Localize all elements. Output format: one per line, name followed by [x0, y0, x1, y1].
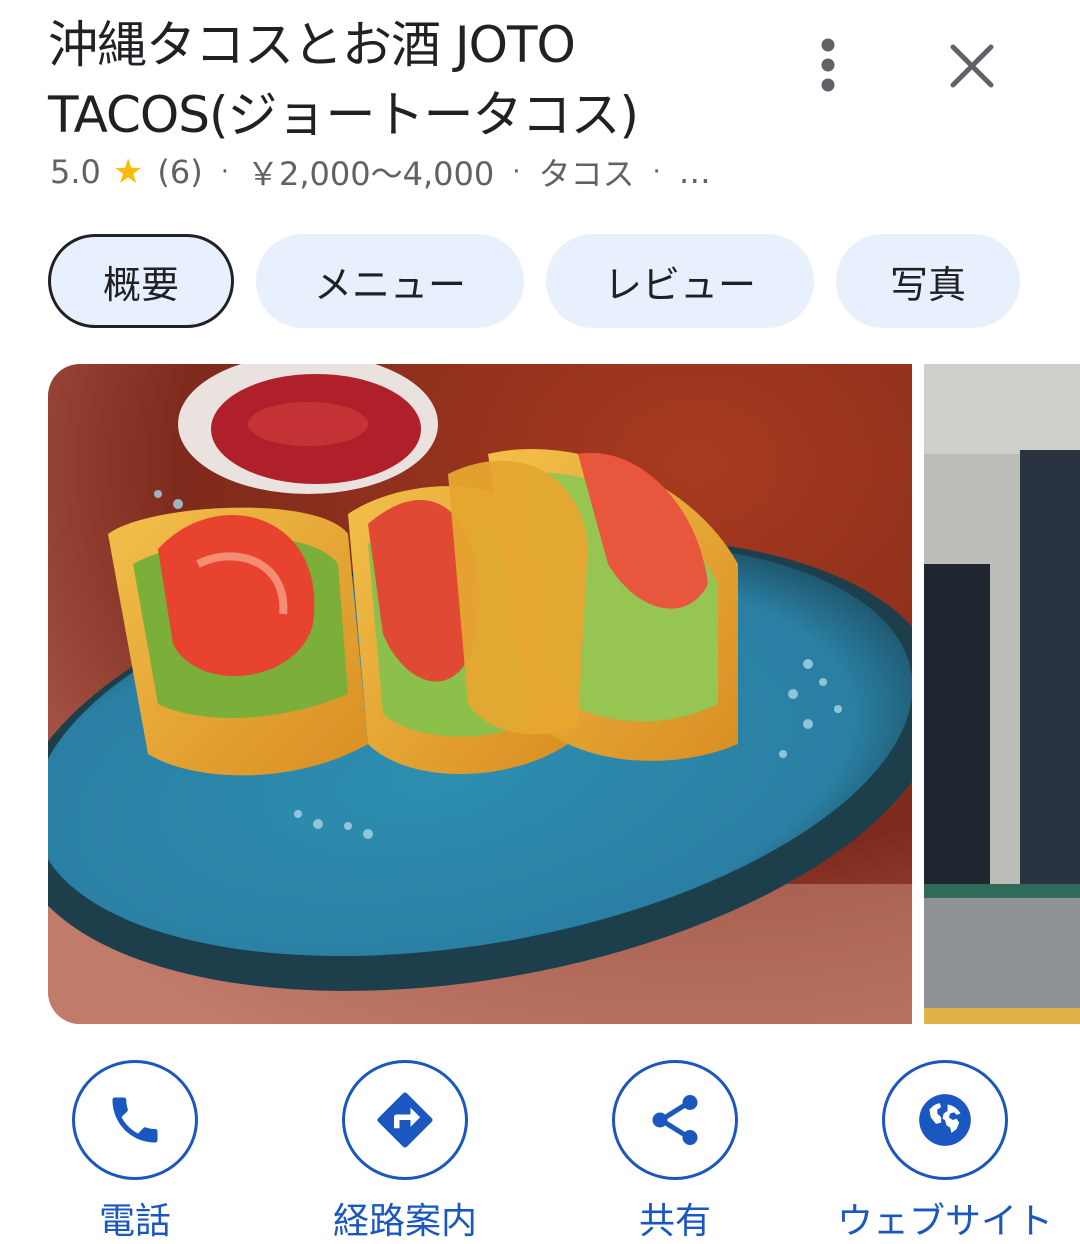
website-button-circle[interactable] — [882, 1060, 1008, 1180]
photo-tacos[interactable] — [48, 364, 912, 1024]
meta-separator: · — [512, 157, 521, 187]
share-button-circle[interactable] — [612, 1060, 738, 1180]
directions-button-circle[interactable] — [342, 1060, 468, 1180]
review-count[interactable]: (6) — [157, 153, 202, 191]
meta-separator: · — [220, 157, 229, 187]
close-button[interactable] — [936, 30, 1008, 102]
tab-menu[interactable]: メニュー — [256, 234, 524, 328]
close-icon — [950, 44, 994, 88]
share-button[interactable]: 共有 — [560, 1060, 790, 1244]
tab-overview[interactable]: 概要 — [48, 234, 234, 328]
place-category: タコス — [538, 155, 635, 193]
price-range: ￥2,000〜4,000 — [246, 155, 495, 193]
website-label: ウェブサイト — [836, 1201, 1053, 1242]
action-bar: 電話 経路案内 共有 ウェブサイト — [0, 1060, 1080, 1244]
phone-icon — [112, 1097, 158, 1143]
rating-value: 5.0 — [50, 153, 101, 191]
more-options-button[interactable] — [800, 30, 856, 100]
call-button-circle[interactable] — [72, 1060, 198, 1180]
globe-icon — [919, 1094, 971, 1146]
website-button[interactable]: ウェブサイト — [830, 1060, 1060, 1244]
directions-button[interactable]: 経路案内 — [290, 1060, 520, 1244]
directions-label: 経路案内 — [332, 1201, 477, 1242]
call-label: 電話 — [98, 1201, 171, 1242]
share-label: 共有 — [638, 1201, 711, 1242]
place-title: 沖縄タコスとお酒 JOTO TACOS(ジョートータコス) — [48, 16, 639, 144]
tab-reviews[interactable]: レビュー — [546, 234, 814, 328]
directions-icon — [377, 1092, 433, 1148]
more-vert-icon — [821, 38, 835, 92]
call-button[interactable]: 電話 — [20, 1060, 250, 1244]
tab-photos[interactable]: 写真 — [836, 234, 1020, 328]
place-meta: 5.0 ★ (6) · ￥2,000〜4,000 · タコス · … — [50, 150, 711, 194]
meta-separator: · — [652, 157, 661, 187]
meta-overflow: … — [678, 153, 711, 191]
share-icon — [652, 1095, 698, 1145]
tab-bar: 概要 メニュー レビュー 写真 — [48, 234, 1020, 328]
photo-storefront[interactable] — [924, 364, 1080, 1024]
star-icon: ★ — [112, 152, 144, 192]
